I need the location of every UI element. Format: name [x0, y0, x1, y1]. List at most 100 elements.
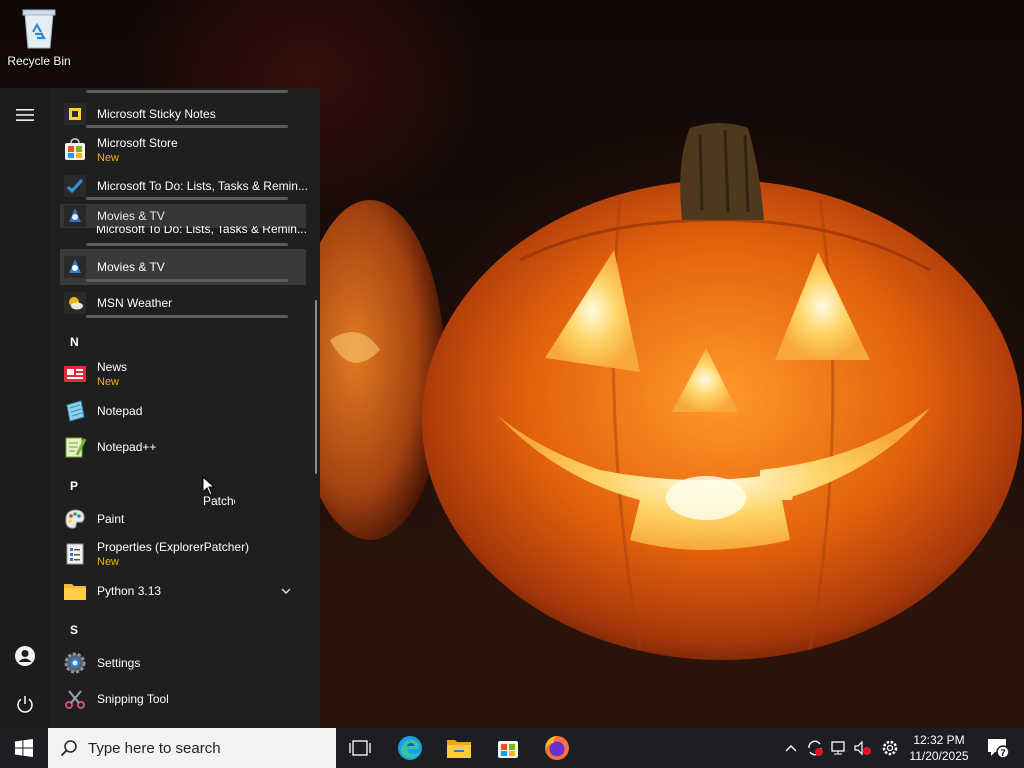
app-item-news[interactable]: News New	[60, 356, 306, 392]
start-menu: Microsoft Sticky Notes Microsoft Store N…	[0, 88, 320, 728]
app-name: Properties (ExplorerPatcher)	[97, 539, 250, 554]
edge-icon	[398, 736, 422, 760]
app-name: MSN Weather	[97, 295, 173, 310]
task-view-icon	[349, 740, 371, 756]
volume-muted-icon	[854, 740, 871, 756]
new-badge: New	[97, 375, 120, 388]
app-list: Microsoft Sticky Notes Microsoft Store N…	[50, 88, 320, 728]
app-name: News	[97, 359, 128, 374]
app-item-properties-explorerpatcher[interactable]: Properties (ExplorerPatcher) New	[60, 536, 306, 572]
clock[interactable]: 12:32 PM 11/20/2025	[904, 732, 974, 766]
app-item-notepad[interactable]: Notepad	[60, 393, 306, 429]
movies-tv-icon	[64, 256, 86, 278]
gear-icon	[882, 740, 898, 756]
paint-icon	[65, 509, 85, 529]
app-name: Settings	[97, 655, 141, 670]
section-letter-p[interactable]: P	[70, 479, 78, 493]
install-progress-bar	[86, 315, 288, 318]
app-name: Notepad++	[97, 439, 157, 454]
clock-date: 11/20/2025	[909, 749, 969, 763]
app-item-todo-duplicate[interactable]: Microsoft To Do: Lists, Tasks & Remin...	[60, 226, 306, 240]
app-list-scrollbar[interactable]	[315, 300, 317, 474]
network-icon	[831, 741, 845, 755]
taskbar-search-box[interactable]: Type here to search	[48, 728, 336, 768]
user-account-icon	[15, 646, 35, 666]
store-icon	[498, 741, 518, 758]
file-explorer-icon	[447, 740, 471, 758]
news-icon	[64, 366, 86, 382]
user-account-button[interactable]	[5, 636, 45, 676]
recycle-bin-shortcut[interactable]: Recycle Bin	[4, 6, 74, 78]
gear-icon	[64, 652, 86, 674]
settings-tray-button[interactable]	[880, 738, 900, 758]
show-hidden-icons-button[interactable]	[781, 738, 801, 758]
sticky-notes-icon	[64, 103, 86, 125]
app-item-settings[interactable]: Settings	[60, 645, 306, 681]
hamburger-menu-icon	[16, 109, 34, 121]
expand-menu-button[interactable]	[5, 95, 45, 135]
folder-icon	[64, 584, 86, 600]
notepad-icon	[66, 400, 85, 422]
app-name: Notepad	[97, 403, 143, 418]
taskbar-firefox-button[interactable]	[533, 728, 581, 768]
drag-ghost-label: Patche	[203, 494, 235, 508]
install-progress-bar	[86, 197, 288, 200]
app-name: Microsoft To Do: Lists, Tasks & Remin...	[97, 178, 308, 193]
action-center-button[interactable]: 7	[980, 728, 1016, 768]
network-button[interactable]	[829, 738, 849, 758]
sync-error-icon	[808, 740, 823, 756]
movies-tv-icon	[64, 205, 86, 227]
install-progress-bar	[86, 279, 288, 282]
install-progress-bar	[86, 243, 288, 246]
app-name: Microsoft Sticky Notes	[97, 106, 216, 121]
weather-icon	[64, 292, 86, 314]
notification-count: 7	[1000, 748, 1005, 758]
search-placeholder: Type here to search	[88, 739, 221, 757]
firefox-icon	[545, 736, 569, 760]
recycle-bin-icon	[22, 9, 56, 49]
taskbar-store-button[interactable]	[484, 728, 532, 768]
install-progress-bar	[86, 90, 288, 93]
windows-logo-icon	[15, 739, 33, 757]
chevron-up-icon	[785, 745, 797, 752]
recycle-bin-label: Recycle Bin	[7, 54, 71, 68]
todo-icon	[64, 175, 86, 197]
app-name: Microsoft To Do: Lists, Tasks & Remin...	[96, 226, 306, 236]
taskbar-edge-button[interactable]	[386, 728, 434, 768]
mouse-pointer-icon	[202, 476, 216, 496]
new-badge: New	[97, 555, 120, 568]
app-name: Python 3.13	[97, 583, 162, 598]
power-icon	[17, 696, 33, 713]
notepad-plus-plus-icon	[65, 437, 87, 458]
folder-item-python[interactable]: Python 3.13	[60, 573, 306, 609]
clock-time: 12:32 PM	[913, 733, 965, 747]
volume-button[interactable]	[853, 738, 873, 758]
start-rail	[0, 88, 50, 728]
chevron-down-icon[interactable]	[280, 585, 292, 597]
install-progress-bar	[86, 125, 288, 128]
app-name: Snipping Tool	[97, 691, 169, 706]
app-item-snipping-tool[interactable]: Snipping Tool	[60, 681, 306, 717]
section-letter-n[interactable]: N	[70, 335, 79, 349]
search-icon	[60, 740, 77, 757]
app-item-movies-tv-drag[interactable]: Movies & TV	[60, 204, 306, 228]
task-view-button[interactable]	[336, 728, 384, 768]
app-name: Movies & TV	[97, 208, 165, 223]
app-name: Movies & TV	[97, 259, 165, 274]
taskbar: Type here to search 12:32 PM 11/20/2025 …	[0, 728, 1024, 768]
app-name: Microsoft Store	[97, 135, 178, 150]
app-item-microsoft-store[interactable]: Microsoft Store New	[60, 132, 306, 168]
app-item-notepad-plus-plus[interactable]: Notepad++	[60, 429, 306, 465]
app-name: Paint	[97, 511, 125, 526]
app-item-paint[interactable]: Paint	[60, 501, 306, 537]
new-badge: New	[97, 151, 120, 164]
snipping-tool-icon	[65, 690, 85, 709]
section-letter-s[interactable]: S	[70, 623, 78, 637]
properties-icon	[66, 543, 84, 565]
store-icon	[65, 138, 85, 160]
sync-status-button[interactable]	[805, 738, 825, 758]
power-button[interactable]	[5, 684, 45, 724]
start-button[interactable]	[0, 728, 48, 768]
taskbar-file-explorer-button[interactable]	[435, 728, 483, 768]
notification-icon: 7	[988, 739, 1010, 759]
